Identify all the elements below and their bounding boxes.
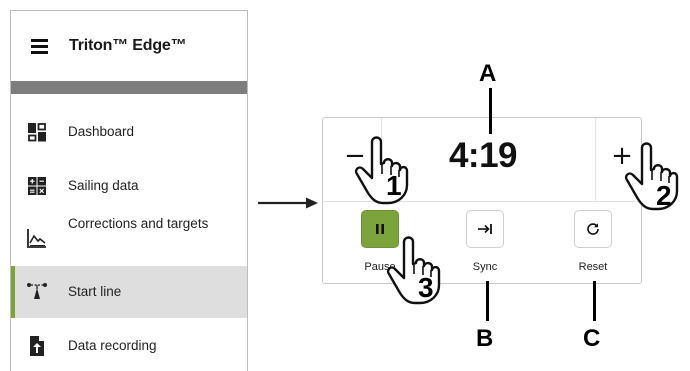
callout-number-2: 2 — [656, 180, 672, 211]
menu-item-label: Corrections and targets — [68, 216, 209, 231]
dashboard-icon — [28, 123, 46, 142]
sync-label: Sync — [472, 261, 498, 273]
reset-icon — [587, 223, 599, 235]
navigation-menu: Triton™ Edge™ Dashboard Sailing data Cor… — [10, 10, 248, 371]
callout-letter-c: C — [583, 325, 601, 352]
callout-number-1: 1 — [386, 170, 402, 201]
app-title: Triton™ Edge™ — [69, 37, 187, 54]
start-line-icon — [27, 283, 47, 299]
callout-letter-b: B — [476, 325, 494, 352]
menu-item-label: Sailing data — [68, 178, 139, 193]
sailing-data-icon — [28, 177, 46, 195]
menu-item-start-line[interactable]: Start line — [11, 266, 247, 318]
sync-icon — [478, 224, 492, 234]
corrections-targets-icon — [27, 229, 46, 248]
menu-item-dashboard[interactable]: Dashboard — [11, 108, 247, 156]
reset-button[interactable] — [574, 210, 612, 248]
callout-number-3: 3 — [418, 272, 434, 303]
menu-header: Triton™ Edge™ — [11, 11, 247, 81]
countdown-timer: 4:19 — [448, 136, 518, 175]
divider — [595, 118, 596, 201]
menu-item-data-recording[interactable]: Data recording — [11, 322, 247, 370]
callout-letter-a: A — [479, 60, 497, 87]
menu-item-label: Start line — [68, 284, 122, 299]
active-indicator — [11, 266, 15, 318]
menu-item-sailing-data[interactable]: Sailing data — [11, 162, 247, 210]
callout-line-b — [486, 281, 489, 321]
data-recording-icon — [30, 336, 44, 356]
menu-item-corrections-targets[interactable]: Corrections and targets — [11, 212, 247, 264]
right-arrow-icon — [258, 197, 318, 209]
reset-label: Reset — [578, 261, 608, 273]
menu-item-label: Data recording — [68, 338, 157, 353]
callout-line-c — [593, 281, 596, 321]
menu-item-label: Dashboard — [68, 124, 135, 139]
sync-button[interactable] — [466, 210, 504, 248]
header-divider-band — [11, 81, 247, 94]
callout-line-a — [489, 88, 492, 134]
hamburger-menu-icon[interactable] — [31, 38, 51, 54]
